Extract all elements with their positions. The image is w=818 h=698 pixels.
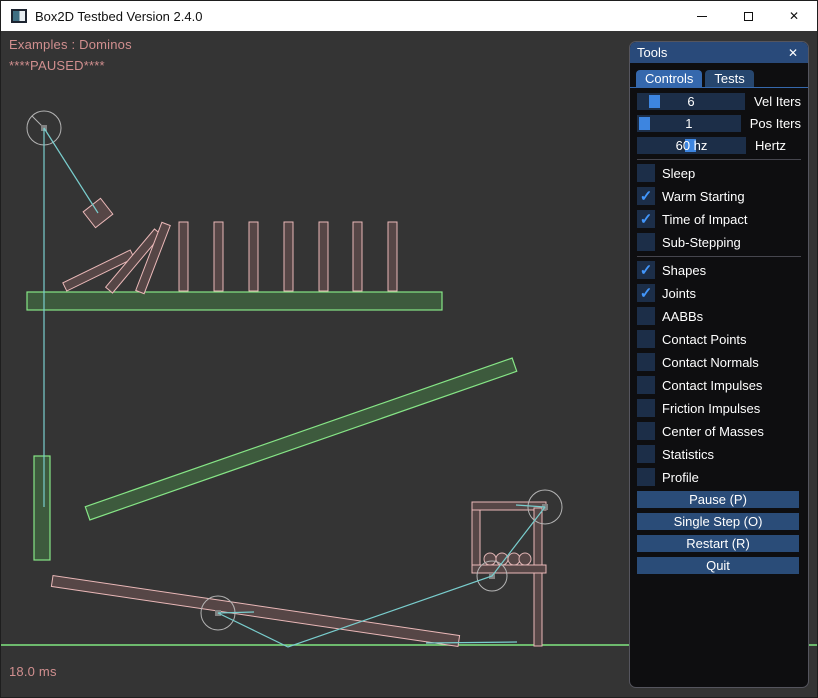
- tools-tabbar: Controls Tests: [630, 63, 808, 88]
- tools-panel-titlebar[interactable]: Tools ✕: [630, 42, 808, 63]
- seesaw-plank: [51, 576, 459, 647]
- checkbox-contact-normals[interactable]: Contact Normals: [637, 353, 801, 371]
- checkbox-friction-impulses[interactable]: Friction Impulses: [637, 399, 801, 417]
- checkbox-contact-points[interactable]: Contact Points: [637, 330, 801, 348]
- checkbox-sleep[interactable]: Sleep: [637, 164, 801, 182]
- checkbox-contact-impulses[interactable]: Contact Impulses: [637, 376, 801, 394]
- hertz-row: 60 hz Hertz: [637, 137, 801, 154]
- vel-iters-row: 6 Vel Iters: [637, 93, 801, 110]
- close-icon: ✕: [789, 9, 799, 23]
- frame-time-label: 18.0 ms: [9, 664, 57, 679]
- checkbox-aabbs[interactable]: AABBs: [637, 307, 801, 325]
- checkbox-box[interactable]: ✓: [637, 261, 655, 279]
- checkbox-box[interactable]: [637, 353, 655, 371]
- frame-right-post: [534, 508, 542, 646]
- tools-close-button[interactable]: ✕: [785, 45, 801, 61]
- vel-iters-slider[interactable]: 6: [637, 93, 745, 110]
- quit-button[interactable]: Quit: [637, 557, 799, 574]
- checkbox-box[interactable]: ✓: [637, 187, 655, 205]
- checkbox-box[interactable]: [637, 330, 655, 348]
- checkbox-box[interactable]: [637, 164, 655, 182]
- pause-button[interactable]: Pause (P): [637, 491, 799, 508]
- checkbox-box[interactable]: [637, 468, 655, 486]
- shelf-ball: [519, 553, 531, 565]
- checkbox-box[interactable]: ✓: [637, 210, 655, 228]
- hertz-value: 60 hz: [637, 137, 746, 154]
- checkbox-warm-starting[interactable]: ✓ Warm Starting: [637, 187, 801, 205]
- check-icon: ✓: [640, 212, 653, 227]
- example-label: Examples : Dominos: [9, 37, 132, 52]
- tools-panel: Tools ✕ Controls Tests 6 Vel Iters 1: [629, 41, 809, 688]
- vel-iters-value: 6: [637, 93, 745, 110]
- check-icon: ✓: [640, 286, 653, 301]
- platform: [27, 292, 442, 310]
- pos-iters-row: 1 Pos Iters: [637, 115, 801, 132]
- minimize-button[interactable]: [679, 1, 725, 31]
- tab-controls[interactable]: Controls: [636, 70, 702, 87]
- app-icon: [11, 9, 27, 23]
- pos-iters-label: Pos Iters: [750, 116, 801, 131]
- maximize-button[interactable]: [725, 1, 771, 31]
- tab-tests[interactable]: Tests: [705, 70, 753, 87]
- minimize-icon: [697, 16, 707, 17]
- hertz-slider[interactable]: 60 hz: [637, 137, 746, 154]
- diagonal-plank: [85, 358, 516, 520]
- shelf-ball: [484, 553, 496, 565]
- check-icon: ✓: [640, 189, 653, 204]
- frame-left-post: [472, 510, 480, 567]
- paused-label: ****PAUSED****: [9, 58, 105, 73]
- window-title: Box2D Testbed Version 2.4.0: [35, 9, 202, 24]
- checkbox-sub-stepping[interactable]: Sub-Stepping: [637, 233, 801, 251]
- checkbox-box[interactable]: [637, 422, 655, 440]
- frame-shelf: [472, 565, 546, 573]
- separator: [637, 256, 801, 257]
- checkbox-box[interactable]: [637, 399, 655, 417]
- tools-panel-title: Tools: [637, 45, 785, 60]
- pos-iters-value: 1: [637, 115, 741, 132]
- checkbox-shapes[interactable]: ✓ Shapes: [637, 261, 801, 279]
- maximize-icon: [744, 12, 753, 21]
- vel-iters-label: Vel Iters: [754, 94, 801, 109]
- checkbox-box[interactable]: [637, 307, 655, 325]
- domino: [249, 222, 258, 291]
- domino: [179, 222, 188, 291]
- checkbox-joints[interactable]: ✓ Joints: [637, 284, 801, 302]
- pos-iters-slider[interactable]: 1: [637, 115, 741, 132]
- domino: [319, 222, 328, 291]
- close-icon: ✕: [788, 46, 798, 60]
- checkbox-box[interactable]: [637, 445, 655, 463]
- vertical-plank: [34, 456, 50, 560]
- domino: [284, 222, 293, 291]
- close-button[interactable]: ✕: [771, 1, 817, 31]
- checkbox-profile[interactable]: Profile: [637, 468, 801, 486]
- tools-panel-body: 6 Vel Iters 1 Pos Iters 60 hz Hertz: [630, 88, 808, 574]
- check-icon: ✓: [640, 263, 653, 278]
- app-window: Box2D Testbed Version 2.4.0 ✕: [0, 0, 818, 698]
- window-controls: ✕: [679, 1, 817, 31]
- checkbox-box[interactable]: [637, 233, 655, 251]
- checkbox-box[interactable]: ✓: [637, 284, 655, 302]
- os-titlebar: Box2D Testbed Version 2.4.0 ✕: [1, 1, 817, 31]
- separator: [637, 159, 801, 160]
- single-step-button[interactable]: Single Step (O): [637, 513, 799, 530]
- domino: [214, 222, 223, 291]
- checkbox-statistics[interactable]: Statistics: [637, 445, 801, 463]
- shelf-ball: [508, 553, 520, 565]
- checkbox-box[interactable]: [637, 376, 655, 394]
- domino: [388, 222, 397, 291]
- checkbox-time-of-impact[interactable]: ✓ Time of Impact: [637, 210, 801, 228]
- restart-button[interactable]: Restart (R): [637, 535, 799, 552]
- hertz-label: Hertz: [755, 138, 786, 153]
- checkbox-center-of-masses[interactable]: Center of Masses: [637, 422, 801, 440]
- domino: [353, 222, 362, 291]
